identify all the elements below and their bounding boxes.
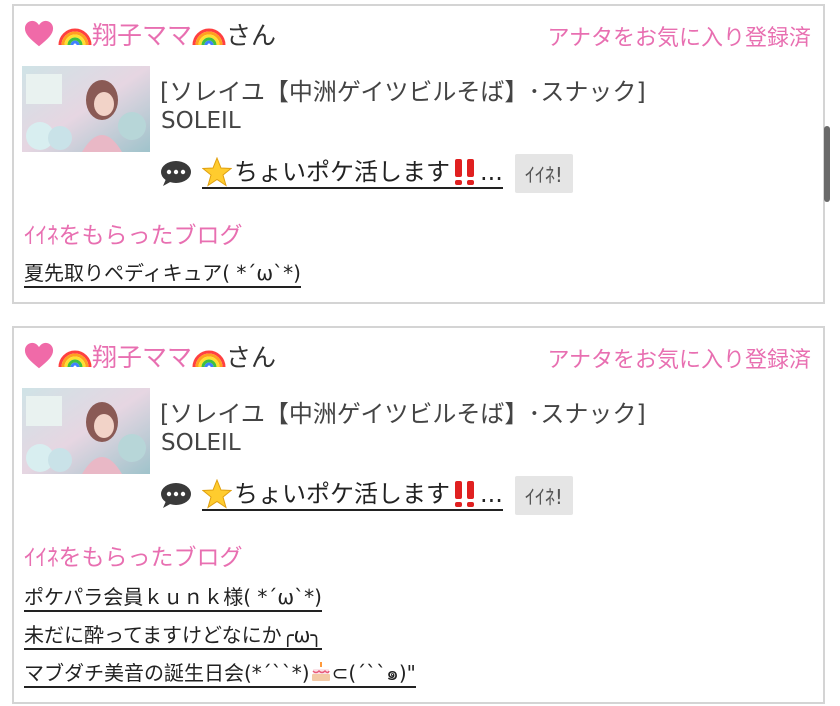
blog-post-link[interactable]: ちょいポケ活します ... [202, 157, 503, 189]
shop-name-link[interactable]: [ソレイユ【中洲ゲイツビルそば】･スナック] [160, 394, 646, 429]
shop-subtitle: SOLEIL [161, 430, 241, 456]
profile-thumbnail[interactable] [22, 388, 150, 474]
post-row: ちょいポケ活します ... ｲｲﾈ! [160, 153, 573, 193]
scrollbar[interactable] [824, 126, 830, 202]
post-row: ちょいポケ活します ... ｲｲﾈ! [160, 475, 573, 515]
rainbow-icon [192, 28, 226, 46]
shop-subtitle: SOLEIL [161, 108, 241, 134]
list-item: ポケパラ会員ｋｕｎｋ様( *´ω`*) [24, 584, 416, 622]
notification-feed: 翔子ママ さん アナタをお気に入り登録済 [ソレイユ【中洲ゲイツビルそば】･スナ… [0, 0, 840, 706]
blog-link[interactable]: 未だに酔ってますけどなにか╭ω╮ [24, 622, 323, 650]
blog-link[interactable]: 夏先取りペディキュア( *´ω`*) [24, 260, 301, 288]
blog-link-text: マブダチ美音の誕生日会(*´``*) [24, 661, 310, 685]
post-ellipsis: ... [480, 480, 503, 508]
user-header: 翔子ママ さん [24, 338, 276, 374]
rainbow-icon [58, 28, 92, 46]
blog-link[interactable]: マブダチ美音の誕生日会(*´``*) ⊂(´``๑)" [24, 660, 416, 688]
shop-name-link[interactable]: [ソレイユ【中洲ゲイツビルそば】･スナック] [160, 72, 646, 107]
user-name-link[interactable]: 翔子ママ [92, 16, 192, 52]
like-notification-card: 翔子ママ さん アナタをお気に入り登録済 [ソレイユ【中洲ゲイツビルそば】･スナ… [12, 326, 825, 704]
like-button[interactable]: ｲｲﾈ! [514, 153, 573, 193]
star-icon [202, 479, 232, 509]
name-suffix: さん [226, 21, 277, 50]
speech-bubble-icon [161, 161, 191, 186]
liked-blog-list: ポケパラ会員ｋｕｎｋ様( *´ω`*) 未だに酔ってますけどなにか╭ω╮ マブダ… [24, 584, 416, 698]
liked-blog-list: 夏先取りペディキュア( *´ω`*) [24, 260, 301, 298]
speech-bubble-icon [161, 483, 191, 508]
post-title: ちょいポケ活します [234, 480, 450, 508]
liked-blogs-heading: ｲｲﾈをもらったブログ [24, 545, 243, 571]
double-exclamation-icon [455, 481, 474, 507]
star-icon [202, 157, 232, 187]
blog-post-link[interactable]: ちょいポケ活します ... [202, 479, 503, 511]
like-button[interactable]: ｲｲﾈ! [514, 475, 573, 515]
blog-link-text: ⊂(´``๑)" [331, 661, 416, 685]
list-item: 夏先取りペディキュア( *´ω`*) [24, 260, 301, 298]
profile-thumbnail[interactable] [22, 66, 150, 152]
rainbow-icon [192, 350, 226, 368]
heart-icon [24, 20, 54, 47]
favorite-status: アナタをお気に入り登録済 [547, 26, 811, 51]
like-notification-card: 翔子ママ さん アナタをお気に入り登録済 [ソレイユ【中洲ゲイツビルそば】･スナ… [12, 4, 825, 304]
name-suffix: さん [226, 343, 277, 372]
list-item: マブダチ美音の誕生日会(*´``*) ⊂(´``๑)" [24, 660, 416, 698]
user-header: 翔子ママ さん [24, 16, 276, 52]
birthday-cake-icon [311, 662, 330, 681]
liked-blogs-heading: ｲｲﾈをもらったブログ [24, 223, 243, 249]
favorite-status: アナタをお気に入り登録済 [547, 348, 811, 373]
rainbow-icon [58, 350, 92, 368]
user-name-link[interactable]: 翔子ママ [92, 338, 192, 374]
double-exclamation-icon [455, 159, 474, 185]
post-ellipsis: ... [480, 158, 503, 186]
list-item: 未だに酔ってますけどなにか╭ω╮ [24, 622, 416, 660]
heart-icon [24, 342, 54, 369]
post-title: ちょいポケ活します [234, 158, 450, 186]
blog-link[interactable]: ポケパラ会員ｋｕｎｋ様( *´ω`*) [24, 584, 322, 612]
